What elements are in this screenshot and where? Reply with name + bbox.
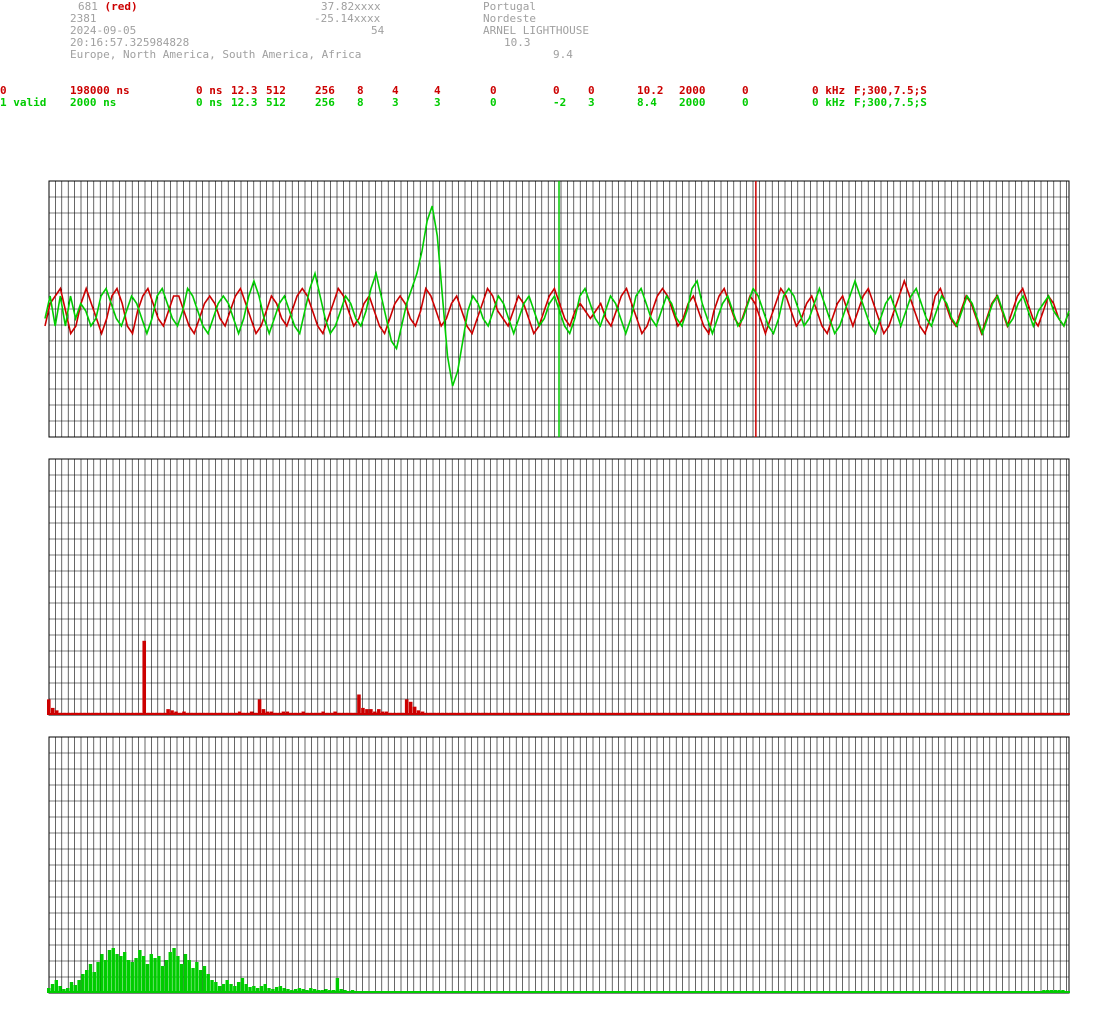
bar-panel-1-0 (47, 699, 51, 714)
bar-panel-2-52 (244, 984, 248, 992)
bar-panel-2-26 (145, 964, 150, 992)
bar-panel-2-50 (236, 982, 241, 992)
bar-panel-2-43 (210, 980, 214, 992)
bar-panel-2-35 (179, 964, 184, 992)
bar-panel-2-1 (50, 984, 55, 992)
bar-panel-2-33 (172, 948, 176, 992)
bar-panel-2-19 (119, 956, 123, 992)
bar-panel-2-14 (100, 954, 104, 992)
bar-panel-2-12 (92, 972, 96, 992)
bar-panel-2-7 (73, 985, 77, 992)
bar-panel-2-21 (126, 960, 131, 992)
bar-panel-1-92 (412, 706, 417, 714)
bar-panel-2-46 (221, 984, 226, 992)
bar-panel-1-53 (257, 699, 262, 714)
bar-panel-2-10 (84, 970, 89, 992)
bar-panel-2-38 (191, 968, 195, 992)
bar-panel-2-39 (195, 962, 199, 992)
bar-panel-2-37 (187, 960, 191, 992)
bar-panel-2-8 (77, 980, 81, 992)
bar-panel-1-78 (357, 694, 361, 714)
bar-panel-2-23 (134, 958, 138, 992)
bar-panel-2-30 (160, 966, 165, 992)
bar-panel-2-24 (138, 950, 142, 992)
bar-panel-2-25 (141, 956, 146, 992)
bar-panel-2-48 (229, 984, 233, 992)
bar-panel-2-51 (240, 978, 245, 992)
bar-panel-2-28 (153, 958, 157, 992)
bar-panel-2-42 (206, 974, 210, 992)
bar-panel-2-6 (69, 982, 74, 992)
bar-panel-1-24 (142, 640, 147, 714)
bar-panel-2-76 (335, 978, 340, 992)
charts-canvas (44, 180, 1070, 994)
bar-panel-2-16 (107, 950, 112, 992)
bar-panel-2-9 (81, 974, 85, 992)
bar-panel-1-91 (408, 701, 413, 714)
bar-panel-2-20 (122, 952, 127, 992)
bar-panel-2-22 (130, 962, 134, 992)
bar-panel-2-32 (168, 952, 172, 992)
bar-panel-1-90 (404, 699, 409, 714)
bar-panel-2-17 (111, 948, 115, 992)
bar-panel-2-11 (88, 964, 93, 992)
bar-panel-2-34 (176, 956, 180, 992)
grid-panel-1 (48, 458, 1069, 716)
bar-panel-2-44 (214, 982, 218, 992)
grid-panel-2 (48, 736, 1069, 994)
bar-panel-2-15 (103, 960, 108, 992)
bar-panel-2-36 (183, 954, 188, 992)
bar-panel-2-18 (115, 954, 119, 992)
bar-panel-2-13 (96, 962, 100, 992)
bar-panel-2-41 (202, 966, 207, 992)
bar-panel-2-47 (225, 980, 229, 992)
bar-panel-2-40 (198, 970, 203, 992)
bar-panel-2-57 (263, 984, 267, 992)
bar-panel-2-29 (157, 956, 161, 992)
bar-panel-2-2 (54, 980, 58, 992)
bar-panel-2-31 (164, 960, 169, 992)
bar-panel-2-27 (149, 954, 153, 992)
